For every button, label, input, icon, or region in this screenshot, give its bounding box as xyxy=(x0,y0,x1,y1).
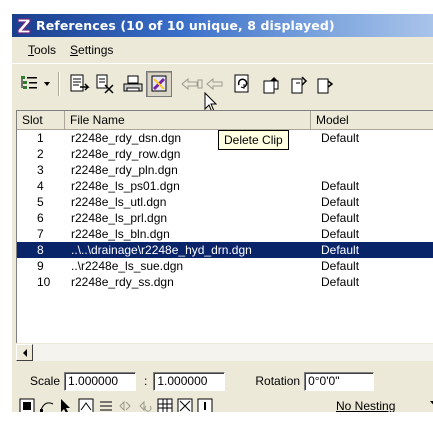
list-header: Slot File Name Model xyxy=(17,111,433,130)
references-dialog: References (10 of 10 unique, 8 displayed… xyxy=(0,0,433,425)
file-name-cell: r2248e_ls_ps01.dgn xyxy=(71,179,180,193)
file-name-cell: ..\..\drainage\r2248e_hyd_drn.dgn xyxy=(71,243,252,257)
scroll-track[interactable] xyxy=(33,344,433,361)
list-view-button[interactable] xyxy=(18,71,54,97)
printer-icon xyxy=(123,75,143,92)
tooltip: Delete Clip xyxy=(218,130,289,150)
slot-cell: 9 xyxy=(37,259,44,273)
scale-master-field[interactable]: 1.000000 xyxy=(64,371,137,391)
slot-cell: 5 xyxy=(37,195,44,209)
more-icon xyxy=(317,78,334,94)
horizontal-scrollbar[interactable] xyxy=(16,343,433,361)
delete-clip-icon xyxy=(151,75,167,92)
slot-cell: 7 xyxy=(37,227,44,241)
arrow-left-icon xyxy=(22,348,27,357)
reload-icon xyxy=(234,74,249,93)
rotation-label: Rotation xyxy=(255,374,301,388)
send-backward-icon xyxy=(291,76,308,94)
file-name-cell: r2248e_rdy_pln.dgn xyxy=(71,163,178,177)
slot-cell: 8 xyxy=(37,243,44,257)
toolbar xyxy=(12,63,433,105)
slot-cell: 10 xyxy=(37,275,51,289)
more-button[interactable] xyxy=(312,71,338,97)
delete-clip-button[interactable] xyxy=(146,71,172,97)
file-name-cell: ..\r2248e_ls_sue.dgn xyxy=(71,259,184,273)
model-cell: Default xyxy=(321,227,360,241)
attach-button[interactable] xyxy=(66,71,92,97)
menu-settings-rest: ettings xyxy=(78,43,114,57)
list-rows: 1 r2248e_rdy_dsn.dgn Default 2 r2248e_rdy_ro… xyxy=(17,130,433,290)
column-header-file-name[interactable]: File Name xyxy=(65,111,311,130)
table-row[interactable]: 5 r2248e_ls_utl.dgn Default xyxy=(17,194,433,210)
scale-separator: : xyxy=(144,374,148,388)
bring-forward-icon xyxy=(263,77,279,94)
file-name-cell: r2248e_ls_prl.dgn xyxy=(71,211,168,225)
frame-top xyxy=(0,0,433,14)
menu-settings[interactable]: Settings xyxy=(70,43,113,57)
file-name-cell: r2248e_ls_bln.dgn xyxy=(71,227,170,241)
nesting-value: No Nesting xyxy=(336,399,396,413)
rotation-field[interactable]: 0°0'0" xyxy=(304,371,375,391)
file-name-cell: r2248e_rdy_ss.dgn xyxy=(71,275,174,289)
model-cell: Default xyxy=(321,243,360,257)
frame-left xyxy=(0,0,12,425)
model-cell: Default xyxy=(321,275,360,289)
window-title: References (10 of 10 unique, 8 displayed… xyxy=(36,18,335,33)
table-row[interactable]: 3 r2248e_rdy_pln.dgn xyxy=(17,162,433,178)
slot-cell: 2 xyxy=(37,147,44,161)
detach-reference-icon xyxy=(96,74,114,94)
table-row[interactable]: 7 r2248e_ls_bln.dgn Default xyxy=(17,226,433,242)
file-name-cell: r2248e_ls_utl.dgn xyxy=(71,195,167,209)
print-button[interactable] xyxy=(120,71,146,97)
menu-tools[interactable]: Tools xyxy=(28,43,56,57)
frame-bottom xyxy=(0,412,433,425)
model-cell: Default xyxy=(321,179,360,193)
table-row[interactable]: 8 ..\..\drainage\r2248e_hyd_drn.dgn Defaul… xyxy=(17,242,433,258)
model-cell: Default xyxy=(321,131,360,145)
scale-rotation-row: Scale 1.000000 : 1.000000 Rotation 0°0'0… xyxy=(12,368,433,394)
table-row[interactable]: 6 r2248e_ls_prl.dgn Default xyxy=(17,210,433,226)
detach-button[interactable] xyxy=(92,71,118,97)
model-cell: Default xyxy=(321,211,360,225)
app-logo-icon xyxy=(15,17,33,35)
list-tree-icon xyxy=(21,76,50,89)
bring-forward-button[interactable] xyxy=(258,71,284,97)
model-cell: Default xyxy=(321,195,360,209)
move-icon xyxy=(181,77,223,91)
slot-cell: 1 xyxy=(37,131,44,145)
menu-bar: Tools Settings xyxy=(12,38,433,62)
column-header-slot[interactable]: Slot xyxy=(17,111,65,130)
move-button[interactable] xyxy=(178,71,228,97)
model-cell: Default xyxy=(321,259,360,273)
table-row[interactable]: 4 r2248e_ls_ps01.dgn Default xyxy=(17,178,433,194)
attach-reference-icon xyxy=(70,74,90,92)
scroll-left-button[interactable] xyxy=(16,344,33,361)
title-bar[interactable]: References (10 of 10 unique, 8 displayed… xyxy=(12,14,433,37)
slot-cell: 3 xyxy=(37,163,44,177)
toolbar-separator xyxy=(58,72,60,96)
menu-tools-rest: ools xyxy=(34,43,57,57)
table-row[interactable]: 9 ..\r2248e_ls_sue.dgn Default xyxy=(17,258,433,274)
send-backward-button[interactable] xyxy=(286,71,312,97)
slot-cell: 4 xyxy=(37,179,44,193)
reload-button[interactable] xyxy=(230,71,256,97)
table-row[interactable]: 10 r2248e_rdy_ss.dgn Default xyxy=(17,274,433,290)
scale-label: Scale xyxy=(30,374,61,388)
slot-cell: 6 xyxy=(37,211,44,225)
scale-reference-field[interactable]: 1.000000 xyxy=(153,371,226,391)
menu-settings-accel: S xyxy=(70,43,79,57)
column-header-model[interactable]: Model xyxy=(311,111,433,130)
